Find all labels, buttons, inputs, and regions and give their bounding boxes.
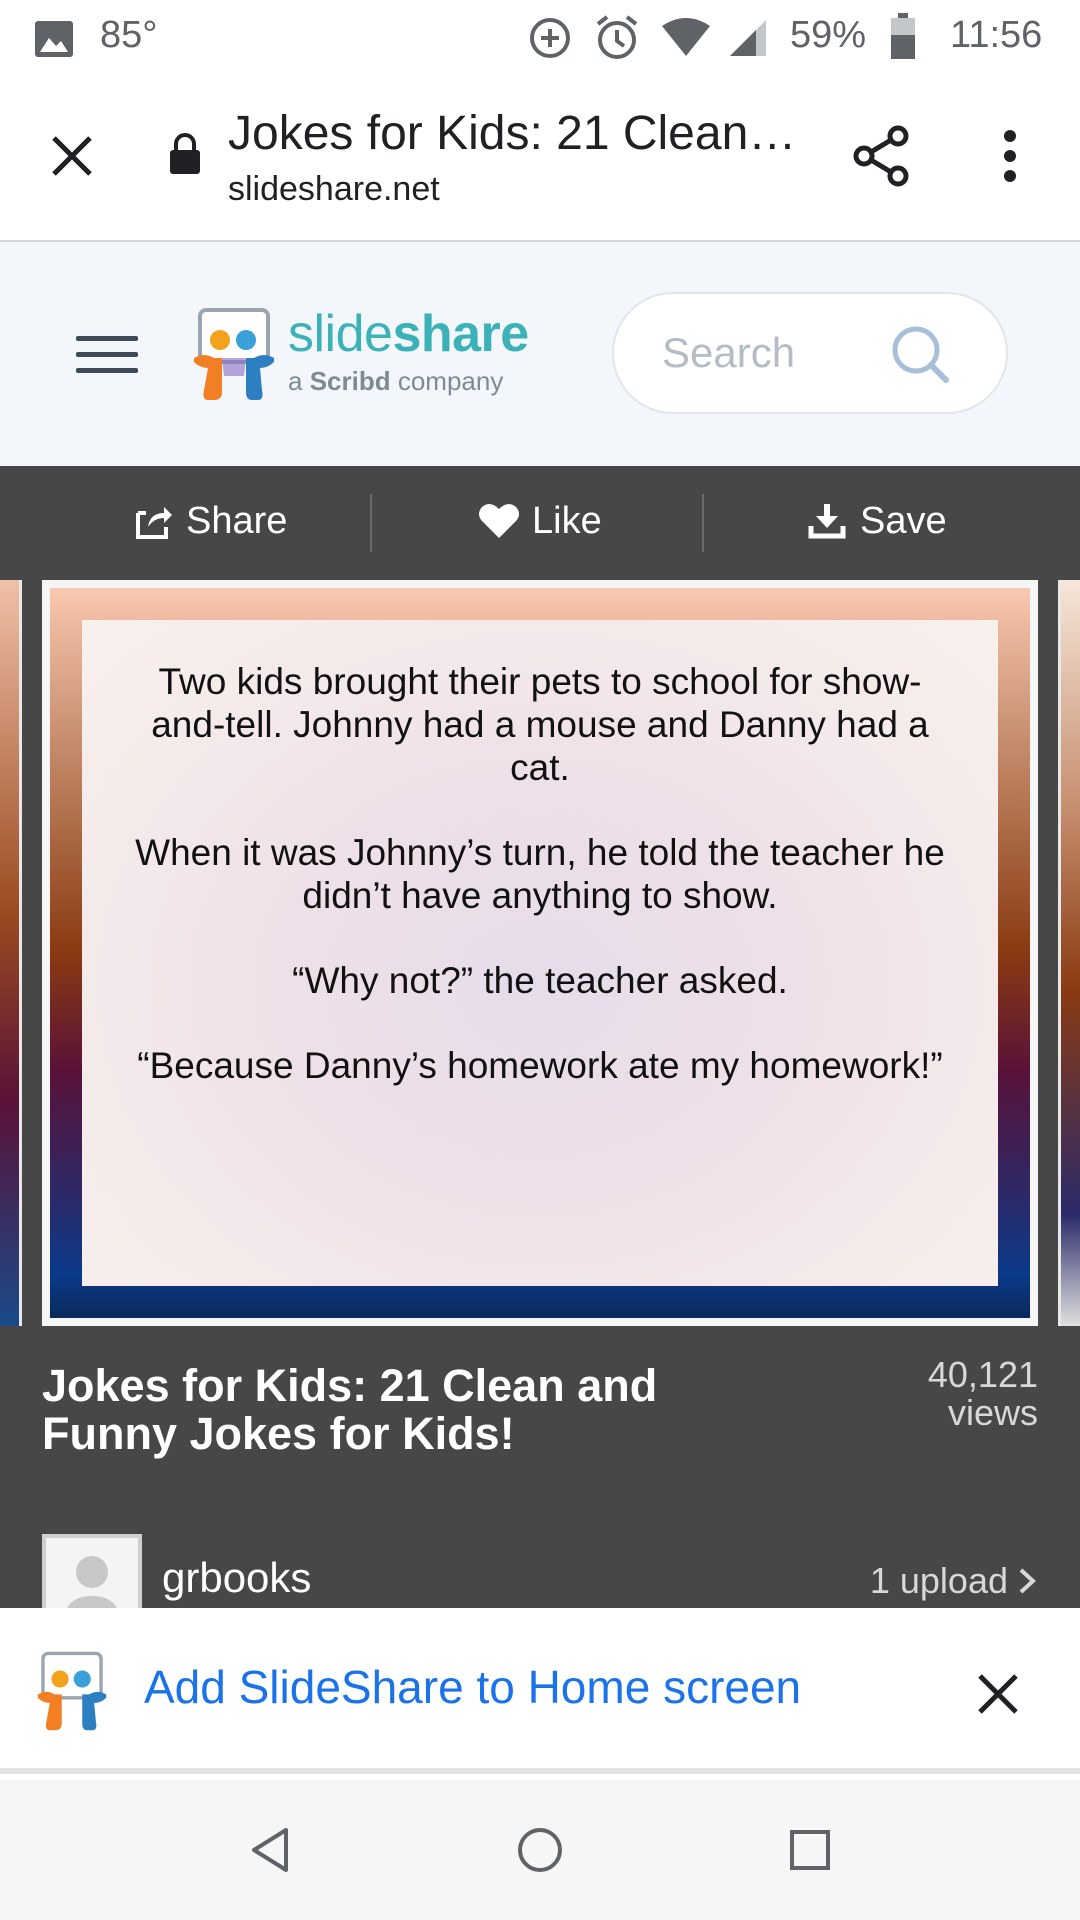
next-slide-peek[interactable] (1058, 580, 1080, 1326)
more-vert-icon[interactable] (998, 128, 1022, 184)
like-label: Like (532, 499, 602, 542)
system-nav-bar (0, 1780, 1080, 1920)
share-button[interactable]: Share (134, 496, 287, 546)
close-banner-icon[interactable] (976, 1672, 1020, 1716)
views-number: 40,121 (927, 1354, 1038, 1395)
close-icon[interactable] (48, 132, 96, 180)
logo-subtitle: a Scribd company (288, 366, 503, 397)
custom-tab-toolbar: Jokes for Kids: 21 Clean… slideshare.net (0, 78, 1080, 242)
upload-count-link[interactable]: 1 upload (870, 1560, 1038, 1602)
share-label: Share (186, 499, 288, 542)
hamburger-menu-icon[interactable] (76, 334, 138, 374)
battery-icon (891, 13, 915, 59)
back-icon[interactable] (248, 1826, 292, 1874)
search-box[interactable] (612, 292, 1008, 414)
image-icon (35, 21, 73, 57)
chevron-right-icon (1019, 1568, 1036, 1594)
slide-text-panel: Two kids brought their pets to school fo… (82, 620, 998, 1286)
home-icon[interactable] (516, 1826, 564, 1874)
temperature: 85° (100, 14, 158, 56)
wordmark-light: slide (288, 305, 393, 363)
data-saver-icon (530, 18, 570, 58)
upload-count-label: 1 upload (869, 1560, 1008, 1601)
wifi-icon (662, 18, 710, 56)
alarm-icon (596, 15, 638, 59)
slide-paragraph: “Because Danny’s homework ate my homewor… (137, 1045, 943, 1086)
add-to-home-banner[interactable]: Add SlideShare to Home screen (0, 1608, 1080, 1774)
status-bar: 85° 59% 11:56 (0, 0, 1080, 78)
slide-background: Two kids brought their pets to school fo… (50, 588, 1030, 1318)
user-placeholder-icon (67, 1556, 117, 1608)
logo-subtitle-suffix: company (390, 366, 504, 396)
divider (702, 494, 704, 552)
slide-paragraph: When it was Johnny’s turn, he told the t… (135, 832, 945, 916)
previous-slide-peek[interactable] (0, 580, 22, 1326)
clock: 11:56 (950, 14, 1043, 56)
wordmark-bold: share (392, 305, 529, 363)
signal-icon (730, 20, 766, 56)
share-icon[interactable] (852, 124, 912, 188)
views-count: 40,121 views (928, 1356, 1038, 1432)
slide-paragraph: Two kids brought their pets to school fo… (151, 661, 929, 788)
battery-percent: 59% (790, 14, 867, 56)
uploader-name[interactable]: grbooks (162, 1554, 311, 1602)
heart-icon (479, 503, 519, 538)
views-label: views (947, 1392, 1038, 1433)
lock-icon (170, 133, 200, 174)
action-bar: Share Like Save (0, 466, 1080, 580)
presentation-title: Jokes for Kids: 21 Clean and Funny Jokes… (42, 1360, 658, 1459)
recents-icon[interactable] (788, 1828, 832, 1872)
save-button[interactable]: Save (808, 496, 947, 546)
url-domain[interactable]: slideshare.net (228, 170, 440, 209)
avatar[interactable] (42, 1534, 142, 1608)
divider (370, 494, 372, 552)
page-title: Jokes for Kids: 21 Clean… (228, 107, 797, 160)
search-input[interactable] (662, 322, 882, 384)
like-button[interactable]: Like (478, 496, 602, 546)
logo-subtitle-brand: Scribd (309, 366, 391, 396)
site-header: slideshare a Scribd company (0, 242, 1080, 466)
download-icon (808, 504, 846, 539)
slideshare-logo-icon[interactable] (190, 306, 278, 402)
save-label: Save (860, 499, 947, 542)
current-slide[interactable]: Two kids brought their pets to school fo… (42, 580, 1038, 1326)
logo-subtitle-prefix: a (288, 366, 310, 396)
slideshare-wordmark[interactable]: slideshare (288, 304, 529, 364)
add-to-home-label[interactable]: Add SlideShare to Home screen (144, 1660, 801, 1714)
slideshare-app-icon (37, 1651, 107, 1731)
search-icon[interactable] (890, 324, 952, 386)
slide-paragraph: “Why not?” the teacher asked. (292, 960, 788, 1001)
slide-viewer: Two kids brought their pets to school fo… (0, 580, 1080, 1330)
share-out-icon (136, 507, 172, 539)
presentation-info: Jokes for Kids: 21 Clean and Funny Jokes… (0, 1330, 1080, 1608)
